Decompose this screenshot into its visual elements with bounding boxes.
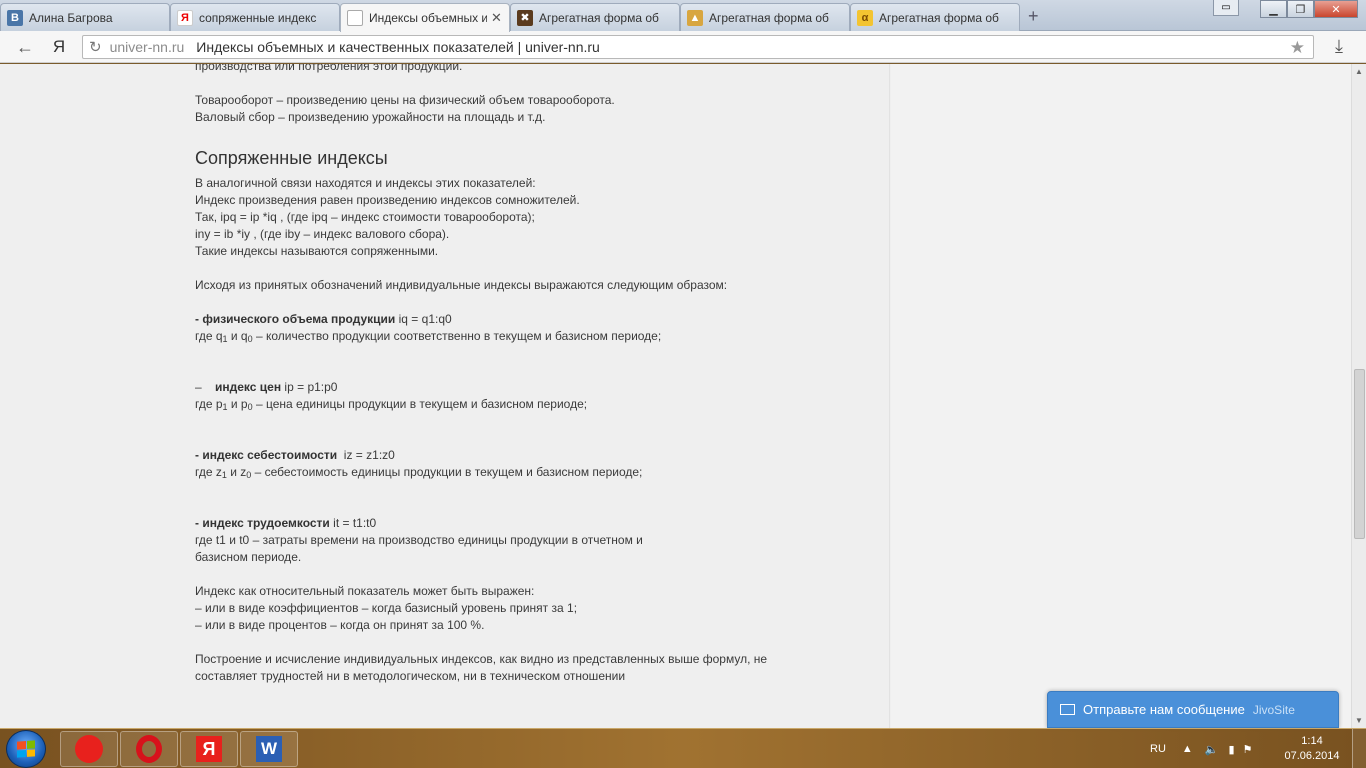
article-column: производства или потребления этой продук… bbox=[0, 64, 890, 728]
address-title: Индексы объемных и качественных показате… bbox=[196, 39, 600, 55]
taskbar: Я W RU ▲ 🔈 ▮ ⚑ 1:14 07.06.2014 bbox=[0, 728, 1366, 768]
paragraph: Индекс как относительный показатель може… bbox=[195, 584, 535, 598]
opera-icon[interactable] bbox=[120, 731, 178, 767]
reload-icon[interactable]: ↻ bbox=[89, 38, 102, 56]
back-arrow-icon[interactable]: ← bbox=[14, 36, 36, 58]
index-description: где p1 и p0 – цена единицы продукции в т… bbox=[195, 397, 588, 412]
index-description: где z1 и z0 – себестоимость единицы прод… bbox=[195, 465, 643, 480]
taskbar-clock[interactable]: 1:14 07.06.2014 bbox=[1282, 734, 1342, 764]
alpha-icon: α bbox=[857, 9, 873, 26]
volume-icon[interactable]: 🔈 bbox=[1205, 743, 1219, 756]
right-sidebar bbox=[891, 64, 1351, 728]
section-heading: Сопряженные индексы bbox=[195, 148, 388, 168]
tab-active[interactable]: Индексы объемных и ✕ bbox=[340, 3, 510, 32]
new-tab-button[interactable]: + bbox=[1028, 6, 1039, 27]
clock-time: 1:14 bbox=[1301, 735, 1323, 747]
browser-toolbar: ← Я ↻ univer-nn.ru Индексы объемных и ка… bbox=[0, 31, 1366, 63]
tab-title: Агрегатная форма об bbox=[539, 10, 659, 25]
index-price: – индекс цен ip = p1:p0 bbox=[195, 380, 338, 394]
scroll-up-icon[interactable]: ▲ bbox=[1352, 64, 1366, 79]
envelope-icon bbox=[1060, 704, 1075, 715]
bookmark-star-icon[interactable]: ★ bbox=[1290, 38, 1305, 58]
start-button[interactable] bbox=[6, 730, 46, 768]
chat-widget-label: Отправьте нам сообщение bbox=[1083, 702, 1245, 717]
tab-title: Алина Багрова bbox=[29, 10, 113, 25]
address-host: univer-nn.ru bbox=[109, 39, 185, 55]
chat-widget-button[interactable]: Отправьте нам сообщение JivoSite bbox=[1047, 691, 1339, 728]
vertical-scrollbar[interactable]: ▲ ▼ bbox=[1351, 64, 1366, 728]
paragraph: В аналогичной связи находятся и индексы … bbox=[195, 176, 536, 190]
tab-title: сопряженные индекс bbox=[199, 10, 317, 25]
index-name: - физического объема продукции bbox=[195, 312, 396, 326]
index-cost: - индекс себестоимости iz = z1:z0 bbox=[195, 447, 835, 464]
tab-4[interactable]: ✖ Агрегатная форма об bbox=[510, 3, 680, 31]
scrollbar-thumb[interactable] bbox=[1354, 369, 1365, 539]
page-icon bbox=[347, 10, 363, 26]
minimize-button[interactable]: ▁ bbox=[1260, 0, 1287, 18]
paragraph: – или в виде процентов – когда он принят… bbox=[195, 618, 485, 632]
index-description: где t1 и t0 – затраты времени на произво… bbox=[195, 533, 643, 547]
tab-title: Агрегатная форма об bbox=[879, 10, 999, 25]
paragraph: Индекс произведения равен произведению и… bbox=[195, 193, 580, 207]
show-hidden-icons-icon[interactable]: ▲ bbox=[1182, 743, 1193, 755]
tab-6[interactable]: α Агрегатная форма об bbox=[850, 3, 1020, 31]
show-desktop-button[interactable] bbox=[1352, 729, 1366, 768]
paragraph: Так, ipq = ip *iq , (где ipq – индекс ст… bbox=[195, 210, 535, 224]
paragraph: Построение и исчисление индивидуальных и… bbox=[195, 652, 768, 666]
article-text: производства или потребления этой продук… bbox=[195, 64, 835, 685]
index-name: - индекс трудоемкости bbox=[195, 516, 330, 530]
paragraph: Исходя из принятых обозначений индивидуа… bbox=[195, 278, 728, 292]
scroll-down-icon[interactable]: ▼ bbox=[1352, 713, 1366, 728]
paragraph: Валовый сбор – произведению урожайности … bbox=[195, 110, 546, 124]
maximize-button[interactable]: ❐ bbox=[1287, 0, 1314, 18]
formula: it = t1:t0 bbox=[329, 516, 377, 530]
tab-title: Агрегатная форма об bbox=[709, 10, 829, 25]
index-description: где q1 и q0 – количество продукции соотв… bbox=[195, 329, 662, 344]
paragraph: составляет трудностей ни в методологичес… bbox=[195, 669, 626, 683]
tab-title: Индексы объемных и bbox=[369, 11, 487, 25]
chat-widget-brand: JivoSite bbox=[1252, 702, 1295, 717]
address-bar[interactable]: ↻ univer-nn.ru Индексы объемных и качест… bbox=[82, 35, 1314, 59]
word-icon[interactable]: W bbox=[240, 731, 298, 767]
paragraph: iny = ib *iy , (где iby – индекс валовог… bbox=[195, 227, 450, 241]
yandex-icon[interactable]: Я bbox=[180, 731, 238, 767]
paragraph: производства или потребления этой продук… bbox=[195, 64, 463, 73]
index-labor: - индекс трудоемкости it = t1:t0 bbox=[195, 515, 835, 532]
index-description: базисном периоде. bbox=[195, 550, 302, 564]
action-center-icon[interactable]: ⚑ bbox=[1243, 743, 1253, 756]
page-content: производства или потребления этой продук… bbox=[0, 64, 1351, 728]
index-name: - индекс себестоимости bbox=[195, 448, 338, 462]
network-icon[interactable]: ▮ bbox=[1228, 743, 1234, 756]
yandex-browser-icon[interactable] bbox=[60, 731, 118, 767]
vk-icon: В bbox=[7, 9, 23, 26]
tab-1[interactable]: В Алина Багрова bbox=[0, 3, 170, 31]
paragraph: – или в виде коэффициентов – когда базис… bbox=[195, 601, 578, 615]
close-window-button[interactable]: ✕ bbox=[1314, 0, 1358, 18]
paragraph: Товарооборот – произведению цены на физи… bbox=[195, 93, 615, 107]
yandex-home-button[interactable]: Я bbox=[48, 36, 70, 58]
close-tab-icon[interactable]: ✕ bbox=[491, 10, 503, 26]
paragraph: Такие индексы называются сопряженными. bbox=[195, 244, 439, 258]
formula: iz = z1:z0 bbox=[337, 448, 395, 462]
formula: ip = p1:p0 bbox=[281, 380, 338, 394]
hat-icon: ▲ bbox=[687, 9, 703, 26]
formula: iq = q1:q0 bbox=[395, 312, 452, 326]
tab-5[interactable]: ▲ Агрегатная форма об bbox=[680, 3, 850, 31]
index-name: индекс цен bbox=[215, 380, 282, 394]
clock-date: 07.06.2014 bbox=[1284, 750, 1340, 762]
yandex-icon: Я bbox=[177, 9, 193, 26]
window-controls: ▁ ❐ ✕ bbox=[1260, 0, 1358, 18]
download-icon[interactable]: ⤓ bbox=[1328, 35, 1350, 57]
system-tray: RU ▲ 🔈 ▮ ⚑ bbox=[1150, 729, 1252, 768]
tab-2[interactable]: Я сопряженные индекс bbox=[170, 3, 340, 31]
index-physical: - физического объема продукции iq = q1:q… bbox=[195, 311, 835, 328]
tab-strip: В Алина Багрова Я сопряженные индекс Инд… bbox=[0, 0, 1366, 32]
windows-logo-icon bbox=[17, 740, 35, 758]
joomla-icon: ✖ bbox=[517, 9, 533, 26]
window-menu-icon[interactable]: ▭ bbox=[1213, 0, 1239, 16]
language-indicator[interactable]: RU bbox=[1150, 743, 1166, 755]
